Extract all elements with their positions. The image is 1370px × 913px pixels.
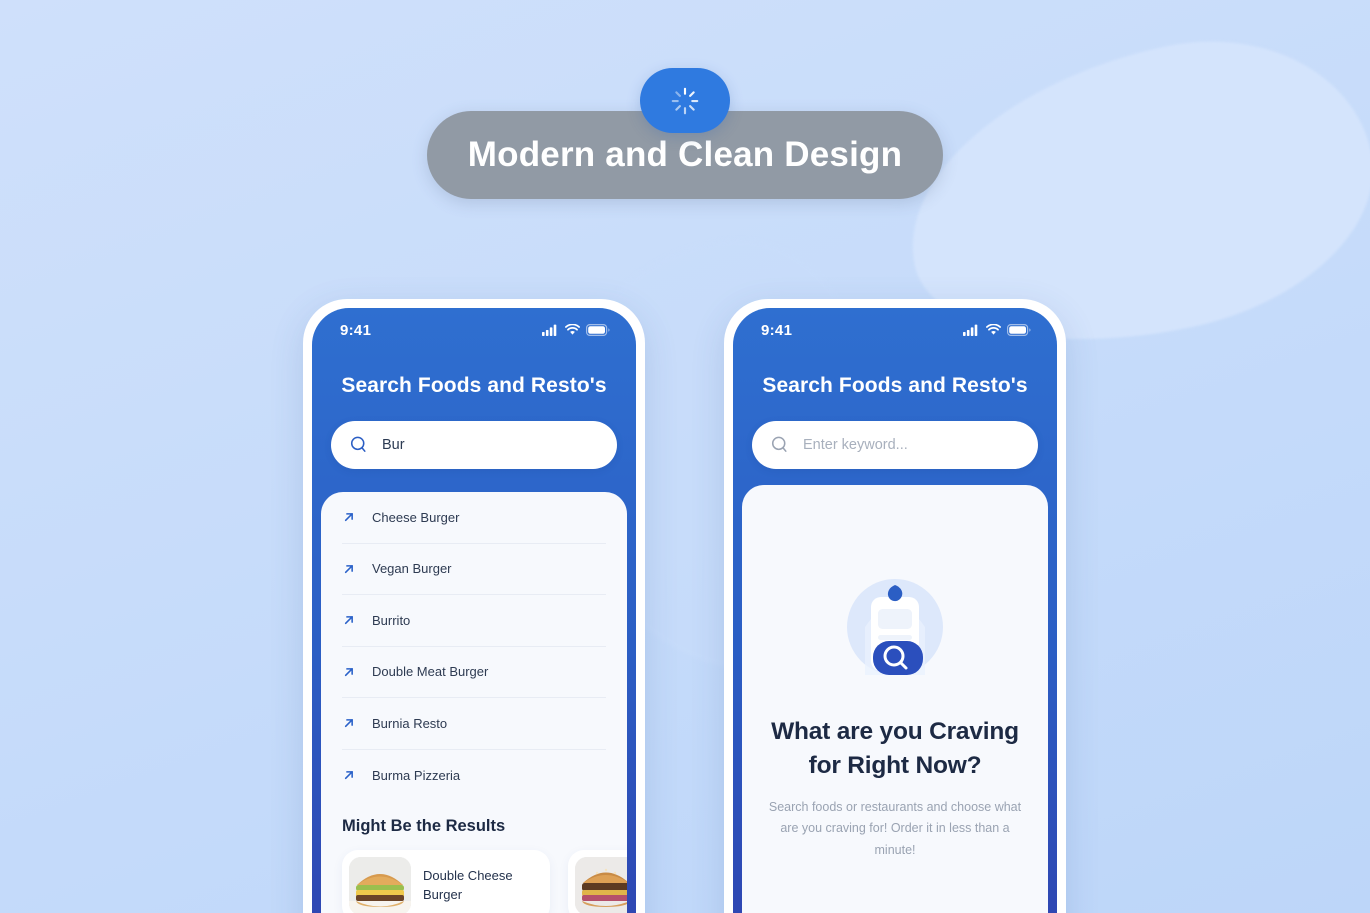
app-mockup-stage: Modern and Clean Design 9:41 Search Food…: [0, 0, 1370, 913]
arrow-up-right-icon: [344, 513, 353, 522]
beefburger-photo: [575, 857, 627, 913]
status-icons: [542, 324, 610, 336]
result-card-label: Double Cheese Burger: [423, 868, 513, 902]
arrow-up-right-icon: [344, 719, 353, 728]
list-item[interactable]: Burnia Resto: [342, 698, 606, 750]
list-item-label: Vegan Burger: [372, 561, 452, 577]
wifi-icon: [986, 324, 1001, 335]
status-bar-left: 9:41: [312, 308, 636, 352]
suggestion-list: Cheese Burger Vegan Burger Burrito Doubl…: [321, 492, 627, 801]
phone-mockup-search-empty: 9:41 Search Foods and Resto's Enter keyw…: [724, 299, 1066, 913]
battery-icon: [586, 324, 610, 336]
list-item[interactable]: Cheese Burger: [342, 492, 606, 544]
list-item-label: Burma Pizzeria: [372, 767, 461, 783]
list-item[interactable]: Double Meat Burger: [342, 647, 606, 698]
search-placeholder-right: Enter keyword...: [803, 437, 908, 453]
phone-mockup-search-filled: 9:41 Search Foods and Resto's Bur Cheese…: [303, 299, 645, 913]
loading-spinner-icon: [671, 87, 699, 114]
screen-search-empty: 9:41 Search Foods and Resto's Enter keyw…: [733, 308, 1057, 913]
status-time: 9:41: [761, 321, 793, 339]
results-heading: Might Be the Results: [342, 817, 506, 835]
list-item-label: Burnia Resto: [372, 715, 448, 731]
search-input-left[interactable]: Bur: [331, 421, 617, 469]
list-item-label: Double Meat Burger: [372, 664, 489, 680]
page-title-right: Search Foods and Resto's: [762, 374, 1028, 397]
list-item-label: Burrito: [372, 612, 411, 628]
result-card[interactable]: Double Cheese Burger: [342, 850, 550, 913]
empty-state-title: What are you Craving for Right Now?: [771, 718, 1019, 779]
page-title-left: Search Foods and Resto's: [341, 374, 607, 397]
arrow-up-right-icon: [344, 667, 353, 676]
cellular-signal-icon: [963, 324, 978, 336]
status-icons: [963, 324, 1031, 336]
status-bar-right: 9:41: [733, 308, 1057, 352]
document-with-search-illustration: [847, 579, 943, 675]
list-item[interactable]: Vegan Burger: [342, 544, 606, 595]
search-value-left: Bur: [382, 437, 405, 453]
arrow-up-right-icon: [344, 771, 353, 780]
result-card[interactable]: Double Beef Burger: [568, 850, 627, 913]
arrow-up-right-icon: [344, 616, 353, 625]
list-item[interactable]: Burma Pizzeria: [342, 750, 606, 802]
results-carousel[interactable]: Double Cheese Burger: [342, 850, 627, 913]
status-time: 9:41: [340, 321, 372, 339]
empty-state: What are you Craving for Right Now? Sear…: [742, 485, 1048, 861]
list-item[interactable]: Burrito: [342, 595, 606, 647]
wifi-icon: [565, 324, 580, 335]
cheeseburger-photo: [349, 857, 411, 913]
empty-state-subtitle: Search foods or restaurants and choose w…: [768, 799, 1022, 857]
banner-icon-badge: [640, 68, 730, 133]
search-input-right[interactable]: Enter keyword...: [752, 421, 1038, 469]
screen-search-filled: 9:41 Search Foods and Resto's Bur Cheese…: [312, 308, 636, 913]
empty-state-panel: What are you Craving for Right Now? Sear…: [742, 485, 1048, 913]
list-item-label: Cheese Burger: [372, 509, 460, 525]
banner: Modern and Clean Design: [0, 68, 1370, 199]
cellular-signal-icon: [542, 324, 557, 336]
suggestions-panel: Cheese Burger Vegan Burger Burrito Doubl…: [321, 492, 627, 913]
banner-title: Modern and Clean Design: [467, 135, 903, 174]
arrow-up-right-icon: [344, 564, 353, 573]
battery-icon: [1007, 324, 1031, 336]
search-icon: [350, 436, 366, 452]
search-icon: [771, 436, 787, 452]
